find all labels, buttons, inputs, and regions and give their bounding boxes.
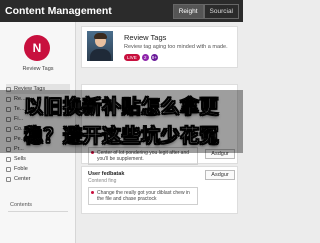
more-badge: 8+ bbox=[150, 54, 158, 61]
chip-row: LIVE 2 8+ bbox=[124, 54, 160, 61]
sidebar-item-label: Center bbox=[14, 176, 31, 182]
caption-line-1: 以旧换新补贴怎么拿更 bbox=[23, 97, 219, 119]
caption-line-2: 稳？避开这些坑少花冤 bbox=[23, 126, 219, 148]
photo-body bbox=[90, 49, 111, 61]
count-badge: 2 bbox=[141, 54, 149, 61]
live-badge: LIVE bbox=[124, 54, 140, 61]
tab-sourcial[interactable]: Sourcial bbox=[203, 4, 239, 19]
divider bbox=[8, 211, 68, 212]
entry-title: User fedbatak bbox=[88, 171, 125, 177]
app-title: Content Management bbox=[5, 5, 112, 17]
nav-bullet-icon bbox=[6, 176, 11, 182]
sidebar-item-label: Sells bbox=[14, 156, 26, 162]
photo-hair bbox=[94, 33, 107, 39]
entry-text-box: Change the really got your diblast chew … bbox=[88, 187, 198, 205]
profile-photo bbox=[87, 31, 113, 61]
top-tabs: Reight Sourcial bbox=[172, 4, 239, 19]
entry-panel-2: User fedbatak Contend fing Asdgur Change… bbox=[81, 166, 238, 214]
bullet-dot-icon bbox=[91, 191, 94, 194]
adjust-button[interactable]: Asdgur bbox=[205, 170, 235, 180]
card-description: Review tag aging too minded with a made. bbox=[124, 44, 228, 50]
tab-reight[interactable]: Reight bbox=[172, 4, 204, 19]
sidebar-item-foble[interactable]: Foble bbox=[6, 164, 70, 174]
sidebar-item-center[interactable]: Center bbox=[6, 174, 70, 184]
entry-subtitle: Contend fing bbox=[88, 178, 117, 184]
sidebar-item-sells[interactable]: Sells bbox=[6, 154, 70, 164]
entry-text: Change the really got your diblast chew … bbox=[97, 190, 190, 202]
card-title: Review Tags bbox=[124, 33, 167, 42]
nav-bullet-icon bbox=[6, 166, 11, 172]
caption-overlay: 以旧换新补贴怎么拿更 稳？避开这些坑少花冤 bbox=[0, 90, 243, 153]
sidebar-item-label: Foble bbox=[14, 166, 28, 172]
top-bar: Content Management Reight Sourcial bbox=[0, 0, 243, 22]
tag-card[interactable]: Review Tags Review tag aging too minded … bbox=[81, 26, 238, 68]
avatar[interactable]: N bbox=[24, 35, 50, 61]
nav-bullet-icon bbox=[6, 156, 11, 162]
profile-name: Review Tags bbox=[22, 66, 54, 72]
sidebar-footer: Contents bbox=[10, 202, 33, 208]
